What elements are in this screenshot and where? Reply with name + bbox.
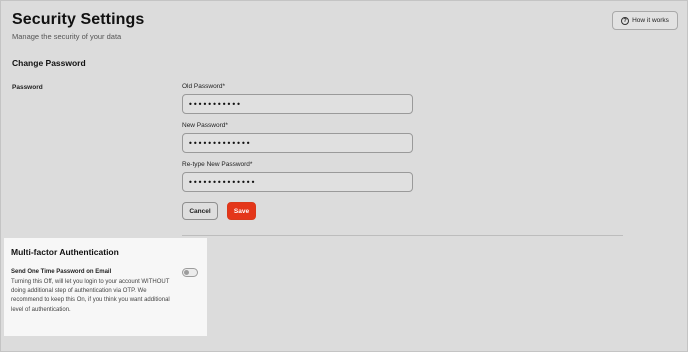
otp-email-toggle[interactable] [182,268,198,277]
section-divider [182,235,623,236]
new-password-field[interactable]: ••••••••••••• [182,133,413,153]
page-subtitle: Manage the security of your data [12,32,122,41]
retype-password-field[interactable]: •••••••••••••• [182,172,413,192]
toggle-knob [184,270,189,275]
new-password-label: New Password* [182,122,228,129]
help-circle-icon: ? [621,16,630,25]
how-it-works-label: How it works [632,17,669,24]
mfa-title: Multi-factor Authentication [11,247,119,257]
mfa-panel: Multi-factor Authentication Send One Tim… [4,238,207,336]
password-group-label: Password [12,84,43,91]
old-password-label: Old Password* [182,83,225,90]
save-button[interactable]: Save [227,202,256,220]
page-title: Security Settings [12,11,145,28]
change-password-title: Change Password [12,58,86,68]
retype-password-label: Re-type New Password* [182,161,253,168]
otp-email-option-title: Send One Time Password on Email [11,269,112,275]
settings-page: Security Settings Manage the security of… [0,0,688,352]
cancel-button[interactable]: Cancel [182,202,218,220]
old-password-field[interactable]: ••••••••••• [182,94,413,114]
how-it-works-button[interactable]: ? How it works [612,11,678,30]
otp-email-option-description: Turning this Off, will let you login to … [11,279,170,313]
